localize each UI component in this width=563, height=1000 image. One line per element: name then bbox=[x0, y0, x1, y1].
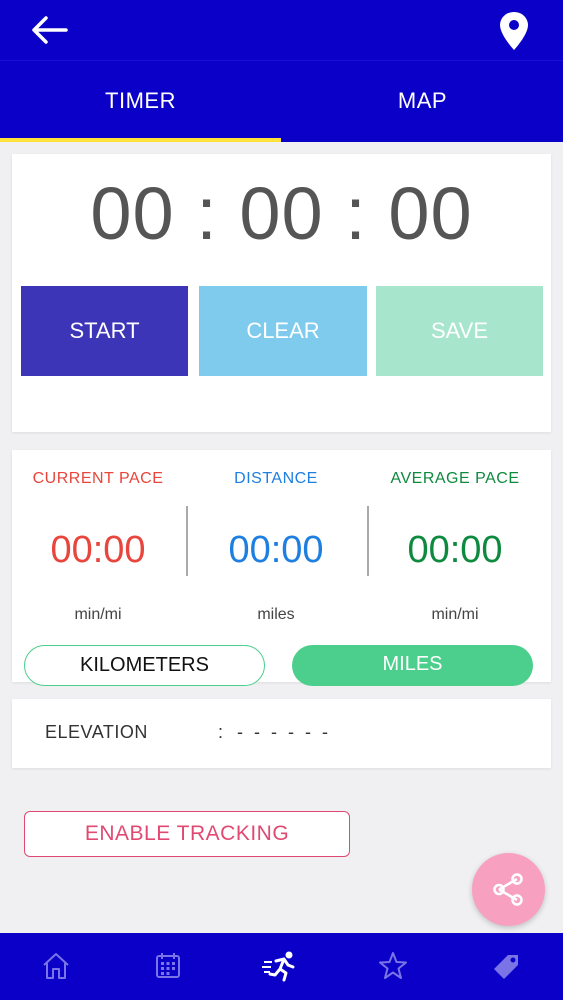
timer-display: 00 : 00 : 00 bbox=[90, 172, 473, 255]
nav-run[interactable] bbox=[262, 949, 298, 983]
distance-value: 00:00 bbox=[228, 529, 324, 571]
average-pace-value: 00:00 bbox=[407, 529, 503, 571]
tab-timer[interactable]: TIMER bbox=[0, 61, 281, 143]
stats-divider bbox=[186, 506, 188, 576]
start-button[interactable]: START bbox=[21, 286, 188, 376]
tab-bar: TIMER MAP bbox=[0, 60, 563, 142]
current-pace-label: CURRENT PACE bbox=[32, 470, 164, 487]
enable-tracking-button[interactable]: ENABLE TRACKING bbox=[24, 811, 350, 857]
current-pace-value: 00:00 bbox=[50, 529, 146, 571]
distance-unit: miles bbox=[257, 606, 295, 623]
kilometers-toggle[interactable]: KILOMETERS bbox=[24, 645, 265, 686]
star-icon bbox=[379, 952, 407, 979]
share-icon bbox=[493, 873, 523, 906]
clear-button[interactable]: CLEAR bbox=[199, 286, 367, 376]
tab-map[interactable]: MAP bbox=[282, 61, 563, 143]
average-pace-label: AVERAGE PACE bbox=[390, 470, 520, 487]
running-icon bbox=[262, 951, 295, 982]
current-pace-unit: min/mi bbox=[74, 606, 122, 623]
top-app-bar bbox=[0, 0, 563, 60]
tag-icon bbox=[494, 955, 518, 979]
location-button[interactable] bbox=[494, 10, 534, 52]
average-pace-unit: min/mi bbox=[431, 606, 479, 623]
active-tab-indicator bbox=[0, 138, 281, 142]
elevation-separator: : bbox=[218, 722, 224, 742]
calendar-icon bbox=[156, 953, 180, 978]
home-icon bbox=[43, 953, 69, 979]
stats-divider bbox=[367, 506, 369, 576]
elevation-value: - - - - - - bbox=[237, 722, 331, 742]
miles-toggle[interactable]: MILES bbox=[292, 645, 533, 686]
save-button[interactable]: SAVE bbox=[376, 286, 543, 376]
back-button[interactable] bbox=[28, 12, 72, 48]
distance-label: DISTANCE bbox=[234, 470, 318, 487]
nav-tags[interactable] bbox=[488, 949, 524, 983]
nav-calendar[interactable] bbox=[150, 949, 186, 983]
nav-favorites[interactable] bbox=[375, 949, 411, 983]
arrow-left-icon bbox=[32, 16, 68, 44]
map-pin-icon bbox=[500, 12, 528, 50]
elevation-label: ELEVATION bbox=[45, 722, 148, 742]
share-fab[interactable] bbox=[472, 853, 545, 926]
bottom-nav bbox=[0, 933, 563, 1000]
nav-home[interactable] bbox=[38, 949, 74, 983]
